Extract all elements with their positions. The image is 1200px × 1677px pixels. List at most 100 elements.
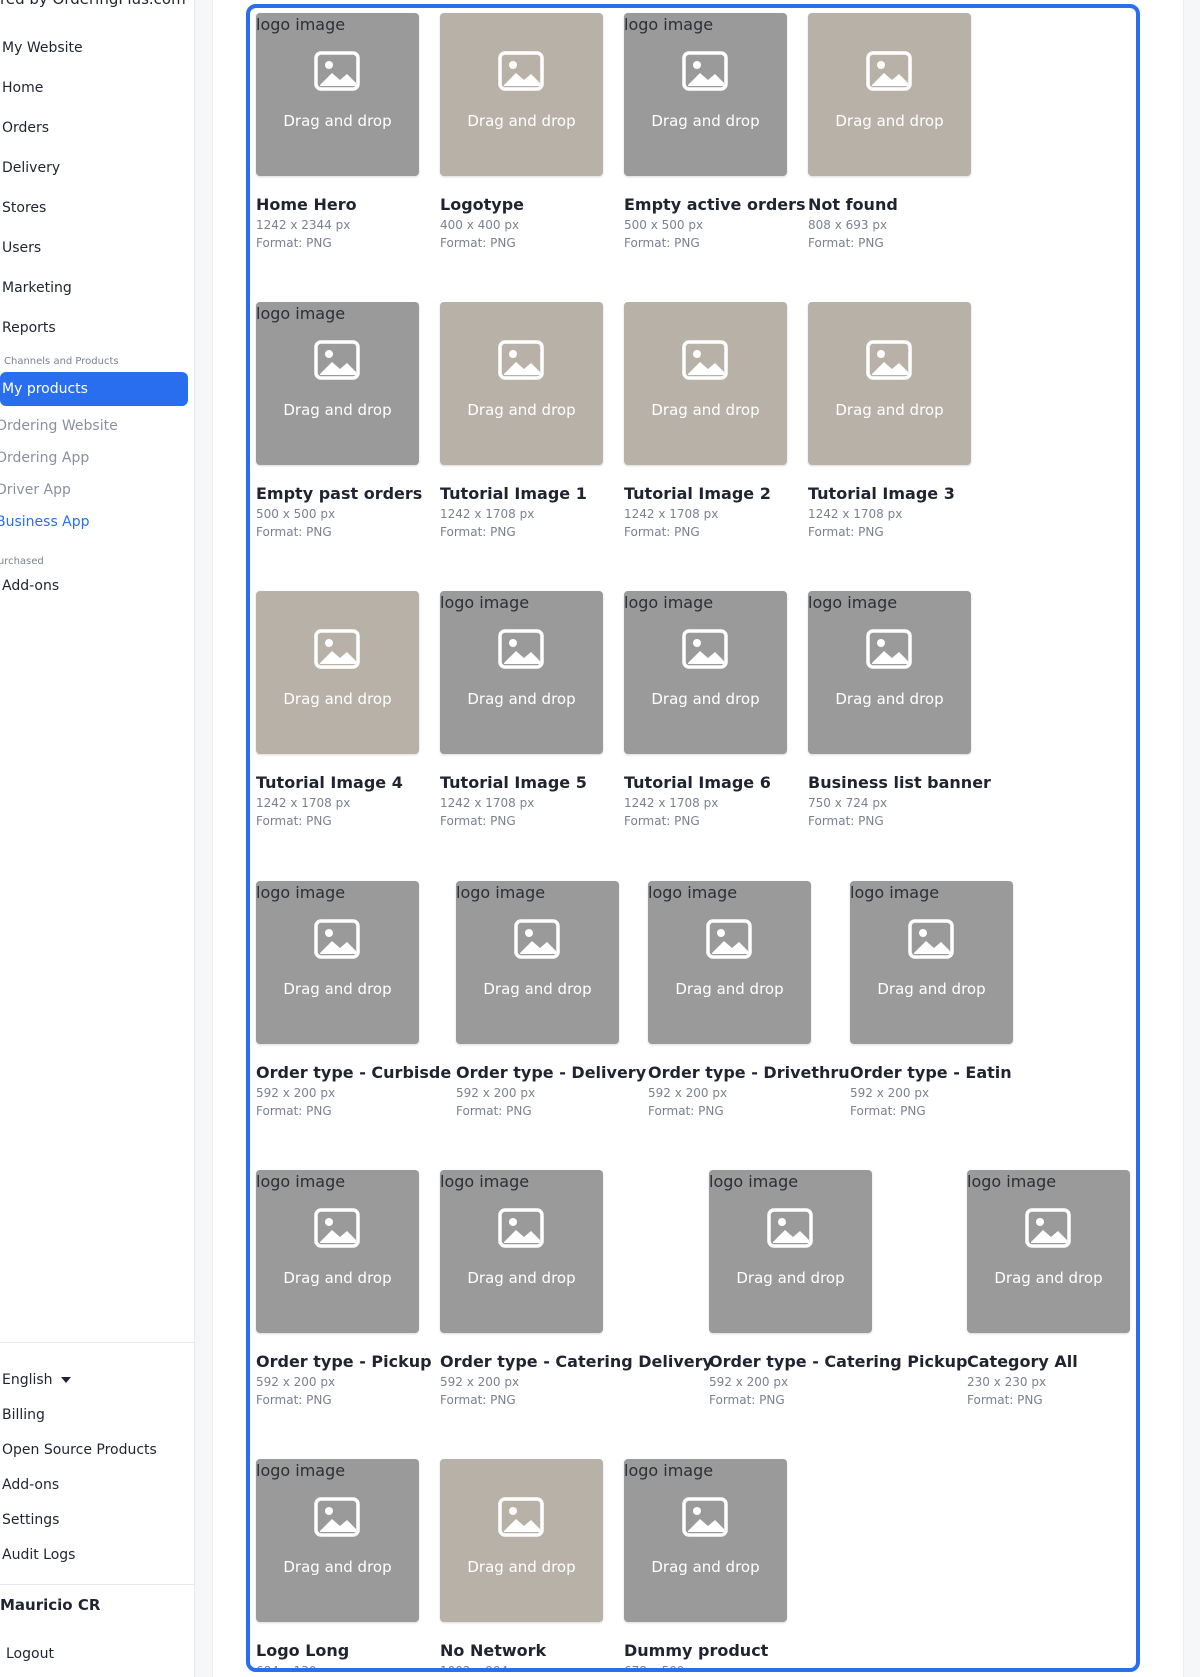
image-icon — [314, 1208, 360, 1248]
image-card: Drag and drop Logotype 400 x 400 px Format:… — [440, 13, 630, 250]
image-dimensions: 678 x 509 px — [624, 1664, 704, 1672]
divider — [0, 1584, 194, 1585]
image-dropzone[interactable]: Drag and drop — [808, 302, 971, 465]
image-dropzone[interactable]: logo image Drag and drop — [624, 1459, 787, 1622]
sidebar-item-users[interactable]: Users — [0, 228, 194, 268]
sidebar-item-orders[interactable]: Orders — [0, 108, 194, 148]
image-card: logo image Drag and drop Order type - Deli… — [456, 881, 646, 1118]
image-dimensions: 1242 x 1708 px — [624, 507, 719, 521]
image-title: Tutorial Image 4 — [256, 773, 403, 792]
image-dropzone[interactable]: logo image Drag and drop — [456, 881, 619, 1044]
image-title: Logotype — [440, 195, 525, 214]
drag-and-drop-label: Drag and drop — [467, 1269, 576, 1287]
image-format: Format: PNG — [808, 525, 884, 539]
image-format: Format: PNG — [850, 1104, 926, 1118]
language-selector[interactable]: English — [0, 1363, 194, 1398]
drag-and-drop-label: Drag and drop — [467, 1558, 576, 1576]
image-dropzone[interactable]: Drag and drop — [256, 591, 419, 754]
image-title: Order type - Delivery — [456, 1063, 647, 1082]
image-dropzone[interactable]: Drag and drop — [624, 302, 787, 465]
image-dropzone[interactable]: logo image Drag and drop — [440, 591, 603, 754]
image-title: Empty past orders — [256, 484, 423, 503]
image-card: Drag and drop Tutorial Image 2 1242 x 1708… — [624, 302, 814, 539]
image-dropzone[interactable]: logo image Drag and drop — [808, 591, 971, 754]
image-format: Format: PNG — [440, 814, 516, 828]
image-dropzone[interactable]: logo image Drag and drop — [850, 881, 1013, 1044]
image-dimensions: 230 x 230 px — [967, 1375, 1047, 1389]
sidebar-item-ordering-app[interactable]: Ordering App — [0, 450, 89, 466]
image-dropzone[interactable]: logo image Drag and drop — [624, 591, 787, 754]
image-card: logo image Drag and drop Home Hero 1242 x 2… — [256, 13, 446, 250]
image-dropzone[interactable]: logo image Drag and drop — [256, 13, 419, 176]
image-card: Drag and drop Tutorial Image 4 1242 x 1708… — [256, 591, 446, 828]
sidebar-item-stores[interactable]: Stores — [0, 188, 194, 228]
image-icon — [314, 919, 360, 959]
broken-image-alt-text: logo image — [624, 1461, 714, 1480]
image-title: Home Hero — [256, 195, 357, 214]
drag-and-drop-label: Drag and drop — [651, 112, 760, 130]
divider — [0, 1342, 194, 1343]
brand-text: red by OrderingPlus.com — [0, 0, 186, 8]
sidebar-item-audit-logs[interactable]: Audit Logs — [0, 1538, 194, 1573]
image-card: logo image Drag and drop Empty active orde… — [624, 13, 814, 250]
broken-image-alt-text: logo image — [850, 883, 940, 902]
image-card: Drag and dropNo Network1002 x 904 pxForm… — [440, 1459, 630, 1668]
image-dimensions: 1242 x 1708 px — [256, 796, 351, 810]
image-format: Format: PNG — [648, 1104, 724, 1118]
image-dimensions: 1242 x 1708 px — [624, 796, 719, 810]
sidebar-item-open-source[interactable]: Open Source Products — [0, 1433, 194, 1468]
image-dimensions: 592 x 200 px — [850, 1086, 930, 1100]
sidebar-item-delivery[interactable]: Delivery — [0, 148, 194, 188]
image-dropzone[interactable]: Drag and drop — [440, 13, 603, 176]
image-icon — [498, 340, 544, 380]
image-dropzone[interactable]: logo image Drag and drop — [256, 302, 419, 465]
image-format: Format: PNG — [256, 814, 332, 828]
image-icon — [866, 629, 912, 669]
user-name[interactable]: Mauricio CR — [0, 1596, 100, 1614]
image-title: Order type - Catering Delivery — [440, 1352, 713, 1371]
image-dropzone[interactable]: logo image Drag and drop — [709, 1170, 872, 1333]
image-dropzone[interactable]: logo image Drag and drop — [256, 1170, 419, 1333]
sidebar-item-business-app[interactable]: Business App — [0, 514, 90, 530]
drag-and-drop-label: Drag and drop — [283, 1269, 392, 1287]
broken-image-alt-text: logo image — [648, 883, 738, 902]
sidebar-item-settings[interactable]: Settings — [0, 1503, 194, 1538]
image-dropzone[interactable]: Drag and drop — [808, 13, 971, 176]
image-card: logo image Drag and drop Tutorial Image 6 1… — [624, 591, 814, 828]
logout-button[interactable]: Logout — [6, 1646, 54, 1662]
image-format: Format: PNG — [967, 1393, 1043, 1407]
image-title: Tutorial Image 1 — [440, 484, 587, 503]
image-dropzone[interactable]: logo image Drag and drop — [440, 1170, 603, 1333]
sidebar-item-home[interactable]: Home — [0, 68, 194, 108]
image-dropzone[interactable]: logo image Drag and drop — [624, 13, 787, 176]
sidebar-bottom-nav: English Billing Open Source Products Add… — [0, 1363, 194, 1573]
sidebar-item-ordering-website[interactable]: Ordering Website — [0, 418, 118, 434]
image-dropzone[interactable]: logo image Drag and drop — [967, 1170, 1130, 1333]
image-dropzone[interactable]: logo image Drag and drop — [256, 881, 419, 1044]
image-format: Format: PNG — [256, 525, 332, 539]
drag-and-drop-label: Drag and drop — [877, 980, 986, 998]
image-format: Format: PNG — [808, 814, 884, 828]
drag-and-drop-label: Drag and drop — [651, 401, 760, 419]
drag-and-drop-label: Drag and drop — [283, 401, 392, 419]
image-dimensions: 592 x 200 px — [709, 1375, 789, 1389]
sidebar-item-billing[interactable]: Billing — [0, 1398, 194, 1433]
sidebar-item-driver-app[interactable]: Driver App — [0, 482, 71, 498]
image-title: No Network — [440, 1641, 547, 1660]
image-dimensions: 1242 x 1708 px — [440, 507, 535, 521]
image-dropzone[interactable]: logo image Drag and drop — [256, 1459, 419, 1622]
image-card: logo image Drag and drop Empty past orders… — [256, 302, 446, 539]
image-format: Format: PNG — [456, 1104, 532, 1118]
sidebar-item-reports[interactable]: Reports — [0, 308, 194, 348]
image-icon — [314, 1497, 360, 1537]
drag-and-drop-label: Drag and drop — [835, 112, 944, 130]
broken-image-alt-text: logo image — [624, 15, 714, 34]
sidebar-item-my-products[interactable]: My products — [0, 372, 188, 406]
image-dropzone[interactable]: Drag and drop — [440, 1459, 603, 1622]
image-dropzone[interactable]: Drag and drop — [440, 302, 603, 465]
sidebar-item-addons-bottom[interactable]: Add-ons — [0, 1468, 194, 1503]
sidebar-item-addons[interactable]: Add-ons — [2, 578, 59, 594]
image-dropzone[interactable]: logo image Drag and drop — [648, 881, 811, 1044]
sidebar-item-marketing[interactable]: Marketing — [0, 268, 194, 308]
sidebar-item-my-website[interactable]: My Website — [0, 28, 194, 68]
